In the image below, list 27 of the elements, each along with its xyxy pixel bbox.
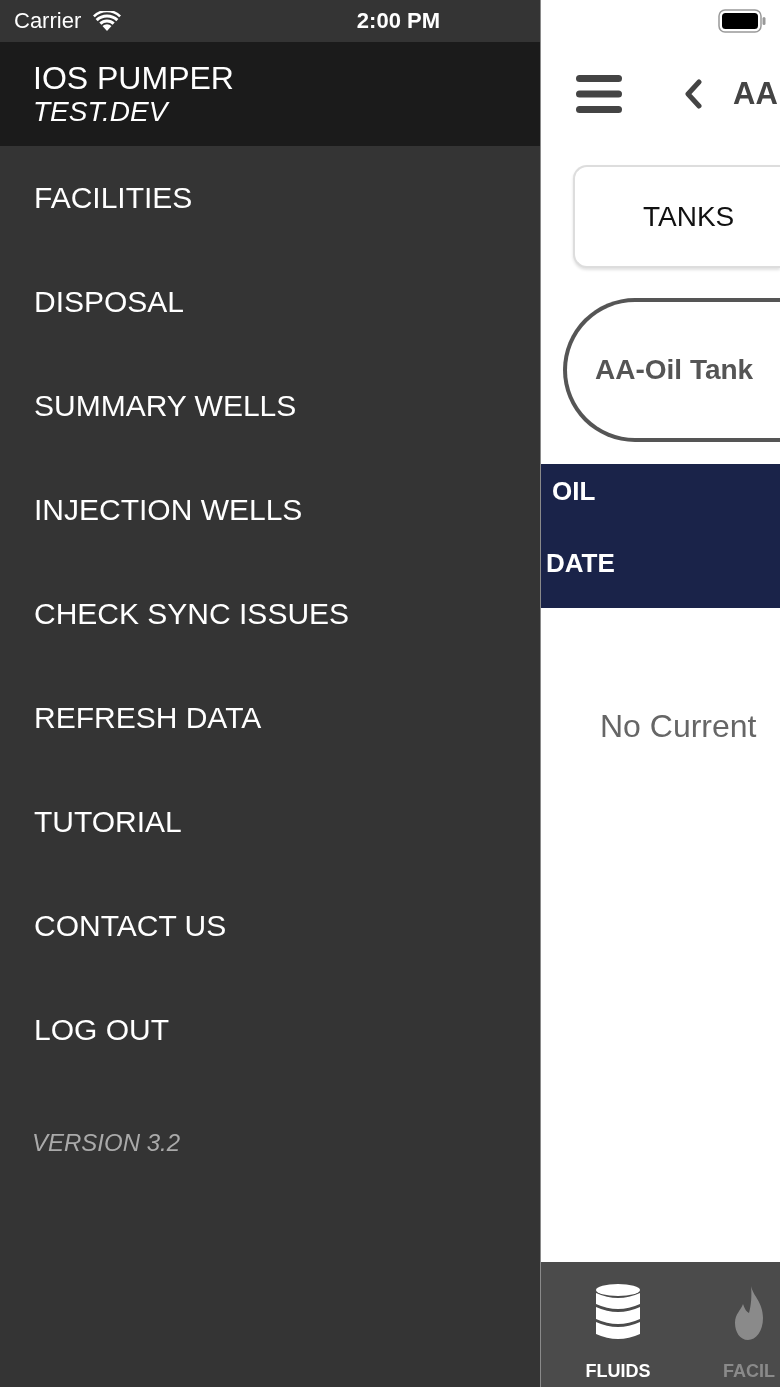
flame-icon [735,1286,763,1340]
back-chevron-icon[interactable] [683,79,703,109]
clock-time: 2:00 PM [356,8,440,34]
menu-item[interactable]: DISPOSAL [0,250,540,354]
column-heading: OIL [552,476,596,506]
menu-item[interactable]: CONTACT US [0,874,540,978]
menu-item[interactable]: FACILITIES [0,146,540,250]
menu-item[interactable]: CHECK SYNC ISSUES [0,562,540,666]
app-title: IOS PUMPER [33,60,235,96]
menu-item[interactable]: LOG OUT [0,978,540,1082]
database-icon [596,1284,640,1340]
menu-icon[interactable] [576,75,622,113]
menu-item[interactable]: TUTORIAL [0,770,540,874]
carrier-label: Carrier [14,8,82,34]
tank-chip[interactable]: AA-Oil Tank [563,298,780,442]
tab-bar-item[interactable]: FLUIDS [543,1262,693,1387]
server-name: TEST.DEV [33,96,171,128]
battery-icon [718,9,766,33]
column-heading: DATE [546,548,615,578]
wifi-icon [93,11,122,31]
tanks-button[interactable]: TANKS [573,165,780,268]
menu-item[interactable]: REFRESH DATA [0,666,540,770]
version-label: VERSION 3.2 [31,1128,182,1158]
menu-item[interactable]: INJECTION WELLS [0,458,540,562]
menu-item[interactable]: SUMMARY WELLS [0,354,540,458]
screen-title: AA [733,75,778,113]
empty-message: No Current [599,708,758,744]
